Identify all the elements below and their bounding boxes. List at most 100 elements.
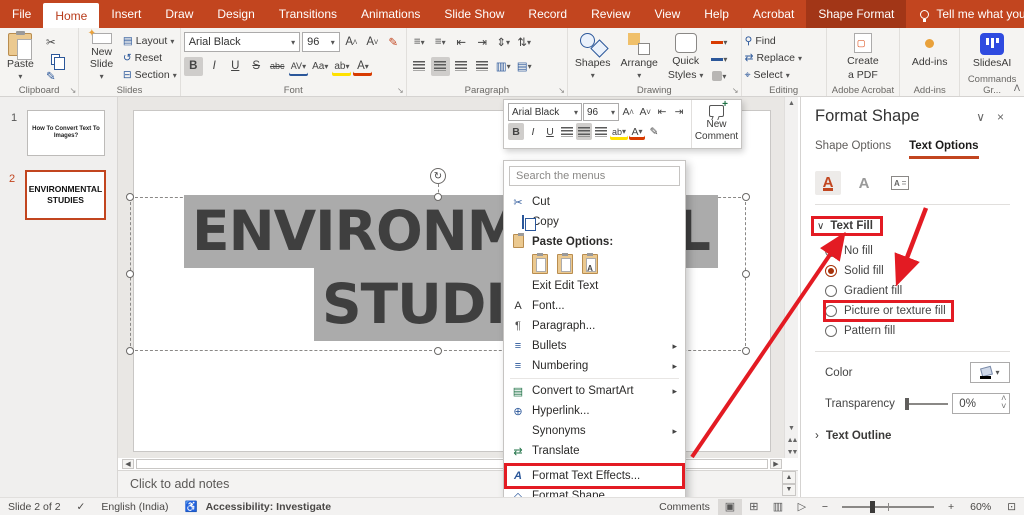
menu-item-format-text-effects[interactable]: AFormat Text Effects...	[504, 466, 685, 486]
tab-shape-format[interactable]: Shape Format	[806, 0, 906, 28]
panel-chevron-down-icon[interactable]: ∨	[970, 110, 991, 124]
proofing-status-icon[interactable]: ✓	[69, 501, 94, 513]
resize-handle-nw[interactable]	[126, 193, 134, 201]
paste-keep-text-only-button[interactable]: A	[582, 254, 598, 274]
align-right-button[interactable]	[452, 57, 471, 76]
zoom-in-button[interactable]: +	[940, 501, 962, 513]
mini-italic-button[interactable]: I	[525, 123, 541, 140]
slide-2-thumbnail[interactable]: ENVIRONMENTAL STUDIES	[25, 170, 106, 220]
format-painter-button[interactable]: ✎	[40, 69, 62, 83]
radio-solid-fill[interactable]: Solid fill	[825, 261, 890, 281]
decrease-indent-button[interactable]: ⇤	[452, 33, 471, 52]
radio-no-fill[interactable]: No fill	[825, 241, 879, 261]
mini-decrease-indent-button[interactable]: ⇤	[654, 104, 670, 121]
zoom-slider-thumb[interactable]	[870, 501, 875, 513]
drawing-dialog-launcher[interactable]: ↘	[732, 86, 739, 95]
shape-outline-button[interactable]: ▾	[709, 52, 729, 66]
tab-file[interactable]: File	[0, 0, 43, 28]
resize-handle-ne[interactable]	[742, 193, 750, 201]
font-dialog-launcher[interactable]: ↘	[397, 86, 404, 95]
resize-handle-se[interactable]	[742, 347, 750, 355]
arrange-button[interactable]: Arrange ▾	[617, 31, 662, 83]
tab-transitions[interactable]: Transitions	[267, 0, 349, 28]
paste-destination-theme-button[interactable]	[532, 254, 548, 274]
tab-shape-options[interactable]: Shape Options	[815, 140, 891, 159]
mini-shrink-font-button[interactable]: Aᐯ	[637, 104, 653, 121]
menu-item-translate[interactable]: ⇄Translate	[504, 441, 685, 461]
textbox-button[interactable]: A	[887, 171, 913, 195]
slideshow-button[interactable]: ▷	[790, 499, 814, 515]
mini-format-painter-button[interactable]: ✎	[646, 123, 662, 140]
mini-underline-button[interactable]: U	[542, 123, 558, 140]
strikethrough-button[interactable]: abc	[268, 57, 287, 76]
justify-button[interactable]	[473, 57, 492, 76]
notes-scroll-up[interactable]: ▲	[782, 471, 796, 484]
text-direction-button[interactable]: ⇅▾	[515, 33, 534, 52]
spin-up-icon[interactable]: ᐱ	[1002, 395, 1006, 403]
zoom-level[interactable]: 60%	[962, 501, 999, 513]
find-button[interactable]: ⚲Find	[745, 33, 823, 49]
slide-1-thumbnail[interactable]: How To Convert Text To Images?	[27, 110, 105, 156]
font-color-button[interactable]: A▾	[353, 57, 372, 76]
tab-insert[interactable]: Insert	[99, 0, 153, 28]
resize-handle-e[interactable]	[742, 270, 750, 278]
resize-handle-s[interactable]	[434, 347, 442, 355]
next-slide-button[interactable]: ▼▼	[785, 446, 798, 458]
scroll-up-button[interactable]: ▲	[785, 97, 798, 109]
zoom-out-button[interactable]: −	[814, 501, 836, 513]
menu-item-cut[interactable]: ✂Cut	[504, 192, 685, 212]
slide-sorter-view-button[interactable]: ⊞	[742, 499, 766, 515]
tab-review[interactable]: Review	[579, 0, 642, 28]
resize-handle-w[interactable]	[126, 270, 134, 278]
tab-draw[interactable]: Draw	[153, 0, 205, 28]
text-fill-outline-button[interactable]: A	[815, 171, 841, 195]
text-effects-button[interactable]: A	[851, 171, 877, 195]
notes-pane[interactable]: Click to add notes	[118, 470, 798, 497]
shadow-button[interactable]: S	[247, 57, 266, 76]
radio-picture-or-texture-fill[interactable]: Picture or texture fill	[825, 301, 952, 321]
mini-increase-indent-button[interactable]: ⇥	[671, 104, 687, 121]
mini-grow-font-button[interactable]: Aᐱ	[620, 104, 636, 121]
radio-gradient-fill[interactable]: Gradient fill	[825, 281, 908, 301]
slide-number-indicator[interactable]: Slide 2 of 2	[0, 501, 69, 513]
fit-to-window-button[interactable]: ⊡	[999, 501, 1024, 513]
tab-design[interactable]: Design	[205, 0, 266, 28]
paste-keep-source-button[interactable]	[557, 254, 573, 274]
menu-item-synonyms[interactable]: Synonyms▸	[504, 421, 685, 441]
scroll-down-button[interactable]: ▼	[785, 422, 798, 434]
highlight-color-button[interactable]: ab▾	[332, 57, 351, 76]
mini-font-family-combo[interactable]: Arial Black▾	[508, 103, 582, 121]
tab-slide-show[interactable]: Slide Show	[432, 0, 516, 28]
font-size-combo[interactable]: 96▾	[302, 32, 340, 52]
font-family-combo[interactable]: Arial Black▾	[184, 32, 300, 52]
paragraph-dialog-launcher[interactable]: ↘	[558, 86, 565, 95]
clear-formatting-button[interactable]: ✎	[384, 33, 403, 52]
menu-item-hyperlink[interactable]: ⊕Hyperlink...	[504, 401, 685, 421]
menu-item-exit-edit-text[interactable]: Exit Edit Text	[504, 276, 685, 296]
transparency-value-box[interactable]: 0% ᐱᐯ	[952, 393, 1010, 414]
mini-font-size-combo[interactable]: 96▾	[583, 103, 619, 121]
menu-item-paragraph[interactable]: ¶Paragraph...	[504, 316, 685, 336]
mini-highlight-button[interactable]: ab▾	[610, 123, 628, 140]
menu-search-input[interactable]	[509, 166, 680, 186]
tab-home[interactable]: Home	[43, 3, 99, 28]
shape-fill-button[interactable]: ▾	[709, 35, 729, 49]
scroll-left-button[interactable]: ◀	[122, 459, 134, 469]
font-color-picker-button[interactable]: ▾	[970, 362, 1010, 383]
bullets-button[interactable]: ≡▾	[410, 33, 429, 52]
section-button[interactable]: ⊟Section▾	[123, 67, 177, 83]
mini-font-color-button[interactable]: A▾	[629, 123, 645, 140]
resize-handle-sw[interactable]	[126, 347, 134, 355]
normal-view-button[interactable]: ▣	[718, 499, 742, 515]
transparency-slider[interactable]	[905, 403, 949, 405]
columns-button[interactable]: ▥▾	[494, 57, 513, 76]
collapse-ribbon-button[interactable]: ᐱ	[1014, 83, 1020, 94]
zoom-slider[interactable]	[842, 506, 934, 508]
replace-button[interactable]: ⇄Replace▾	[745, 50, 823, 66]
shape-effects-button[interactable]: ▾	[709, 69, 729, 83]
tab-animations[interactable]: Animations	[349, 0, 432, 28]
tab-text-options[interactable]: Text Options	[909, 140, 978, 159]
layout-button[interactable]: ▤Layout▾	[123, 33, 177, 49]
line-spacing-button[interactable]: ⇕▾	[494, 33, 513, 52]
select-button[interactable]: ⌖Select▾	[745, 67, 823, 83]
